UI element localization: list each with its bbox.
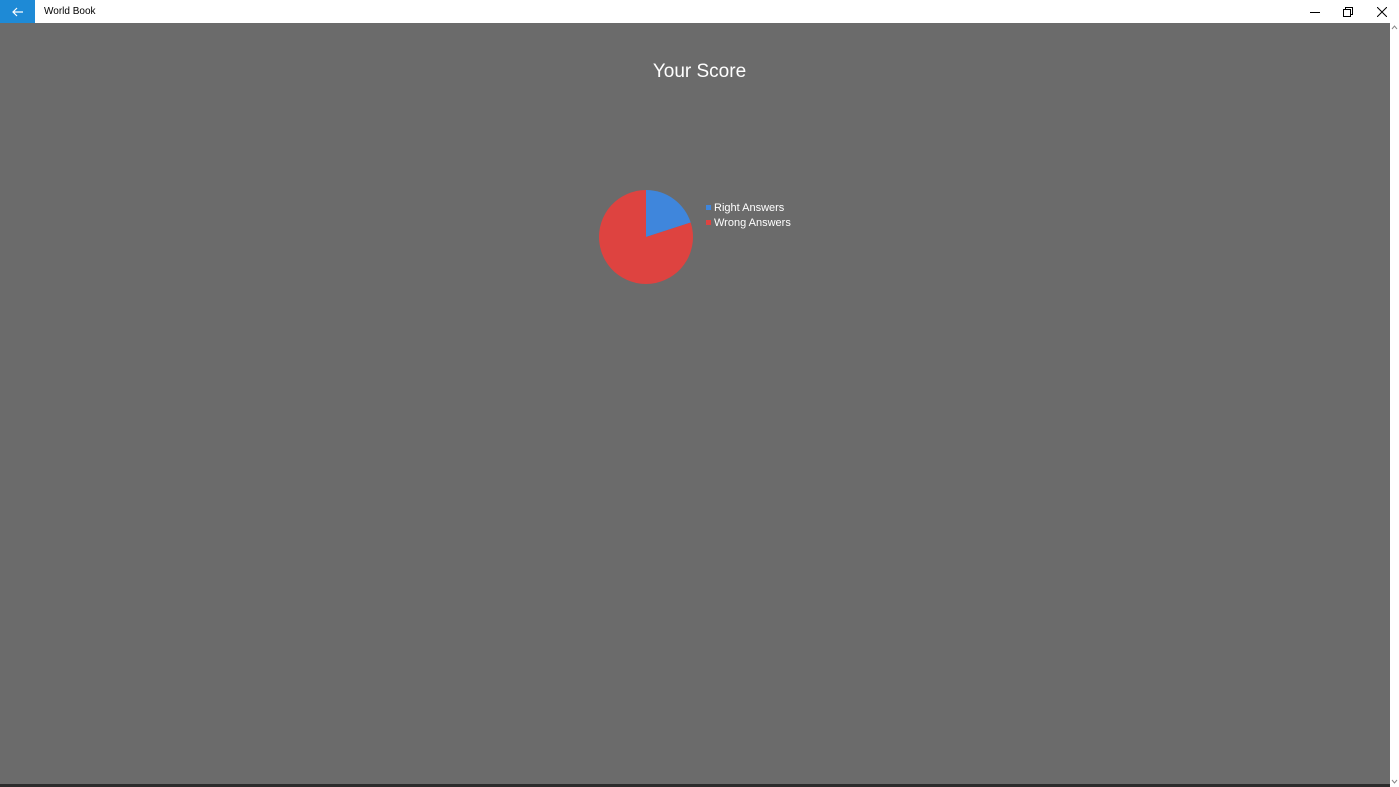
legend-label-right: Right Answers [714, 201, 785, 214]
minimize-button[interactable] [1298, 0, 1332, 23]
chart-legend: Right Answers Wrong Answers [706, 200, 791, 230]
close-button[interactable] [1365, 0, 1399, 23]
app-title: World Book [44, 6, 96, 17]
page-title: Your Score [652, 61, 747, 82]
score-pie-chart [599, 190, 693, 284]
title-bar: World Book [0, 0, 1399, 23]
app-window: World Book Your Score Right Answers Wron… [0, 0, 1399, 787]
minimize-icon [1310, 11, 1320, 13]
close-icon [1377, 6, 1387, 17]
score-page: Your Score [0, 23, 1390, 784]
restore-icon [1343, 6, 1353, 17]
legend-label-wrong: Wrong Answers [714, 216, 791, 229]
restore-button[interactable] [1331, 0, 1365, 23]
legend-swatch-right [706, 205, 711, 210]
scroll-up-icon[interactable] [1391, 24, 1398, 31]
back-button[interactable] [0, 0, 35, 23]
legend-item-wrong: Wrong Answers [706, 215, 791, 230]
vertical-scrollbar[interactable] [1390, 23, 1399, 787]
scroll-down-icon[interactable] [1391, 778, 1398, 785]
arrow-left-icon [11, 7, 23, 16]
legend-swatch-wrong [706, 220, 711, 225]
legend-item-right: Right Answers [706, 200, 791, 215]
